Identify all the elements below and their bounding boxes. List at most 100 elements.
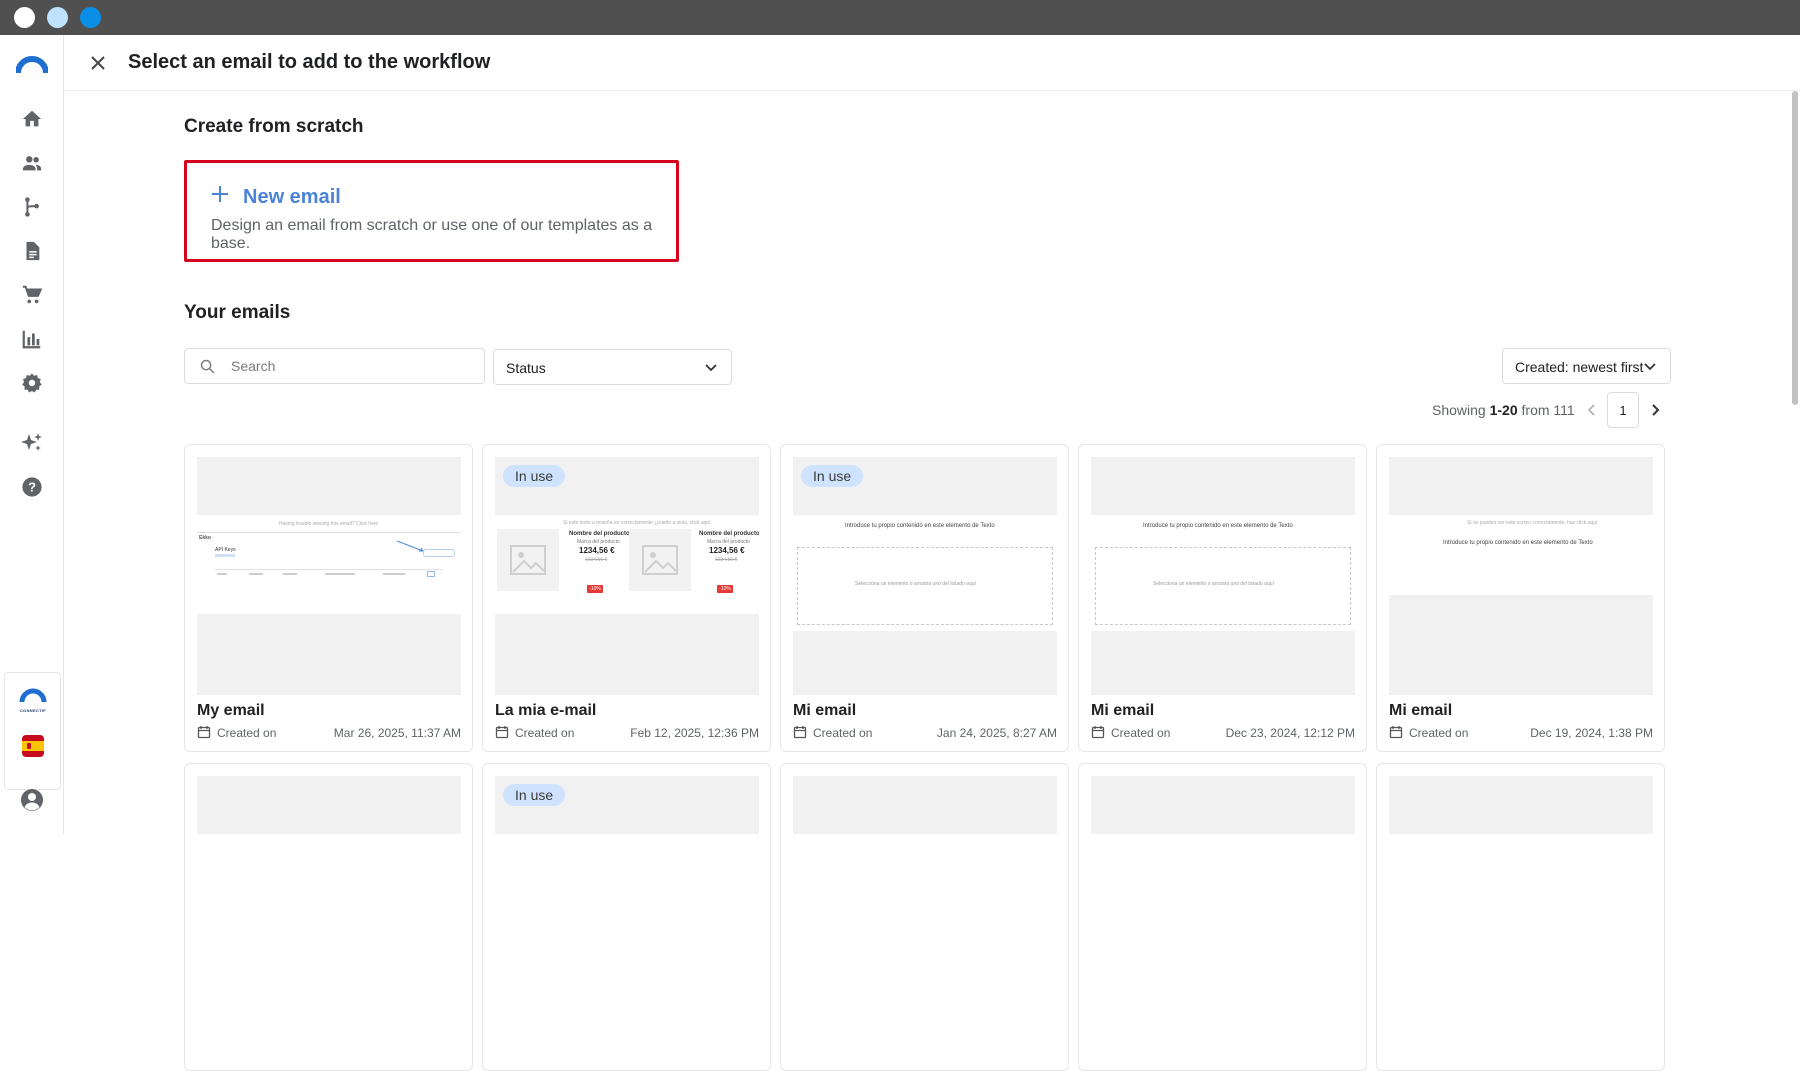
account-icon[interactable] [20, 788, 44, 812]
help-icon[interactable]: ? [20, 475, 44, 499]
scrollbar[interactable] [1790, 91, 1800, 835]
preview-discount: -10% [717, 585, 733, 593]
calendar-icon [197, 725, 211, 739]
ai-sparkle-icon[interactable] [20, 431, 44, 455]
created-date: Jan 24, 2025, 8:27 AM [936, 726, 1057, 740]
analytics-icon[interactable] [20, 327, 44, 351]
email-name: My email [197, 702, 265, 719]
window-titlebar [0, 0, 1800, 35]
pagination-info: Showing 1-20 from 111 [1432, 402, 1575, 418]
prev-page-icon[interactable] [1580, 398, 1604, 422]
preview-text: 1234,56 € [709, 546, 745, 555]
preview-text: Si este texto u enseña en correctamente … [563, 520, 711, 526]
chevron-down-icon [1642, 358, 1658, 377]
email-preview: Having trouble viewing this email? Click… [197, 457, 461, 695]
email-card[interactable] [1078, 763, 1367, 1071]
content-icon[interactable] [20, 239, 44, 263]
workflow-icon[interactable] [20, 195, 44, 219]
calendar-icon [1091, 725, 1105, 739]
email-preview: Si no puedes ver este correo correctamen… [1389, 457, 1653, 695]
scroll-thumb[interactable] [1792, 91, 1798, 405]
preview-text: Selecciona un elemento o arrastra uno de… [855, 581, 976, 587]
created-label: Created on [1111, 726, 1171, 740]
email-preview: In use Si este texto u enseña en correct… [495, 457, 759, 695]
home-icon[interactable] [20, 107, 44, 131]
email-meta: Created on Feb 12, 2025, 12:36 PM [495, 725, 759, 741]
preview-text: API Keys [215, 547, 236, 553]
email-card[interactable]: In use Introduce tu propio contenido en … [780, 444, 1069, 752]
new-email-label: New email [243, 186, 341, 208]
page-header: Select an email to add to the workflow [64, 35, 1800, 91]
email-preview [793, 776, 1057, 1014]
email-name: Mi email [1091, 702, 1155, 719]
page-number[interactable]: 1 [1607, 392, 1639, 428]
your-emails-title: Your emails [184, 302, 291, 323]
preview-text: 1234,56 € [585, 557, 608, 563]
pagination-prefix: Showing [1432, 402, 1486, 418]
email-card[interactable]: In use Si este texto u enseña en correct… [482, 444, 771, 752]
status-select[interactable]: Status [493, 349, 732, 385]
brand-box: CONNECTIF [4, 672, 61, 790]
email-preview: In use [495, 776, 759, 1014]
new-email-card[interactable]: New email Design an email from scratch o… [184, 160, 679, 262]
spain-flag-icon[interactable] [22, 735, 44, 757]
app-logo-icon[interactable] [16, 53, 48, 77]
email-name: Mi email [1389, 702, 1453, 719]
preview-text: Introduce tu propio contenido en este el… [1143, 523, 1293, 529]
calendar-icon [793, 725, 807, 739]
in-use-badge: In use [503, 784, 566, 806]
svg-text:?: ? [28, 480, 36, 495]
brand-logo-icon[interactable]: CONNECTIF [19, 687, 47, 713]
settings-icon[interactable] [20, 371, 44, 395]
sidebar: ? CONNECTIF [0, 35, 64, 835]
cart-icon[interactable] [20, 283, 44, 307]
window-minimize-dot[interactable] [47, 7, 68, 28]
email-name: Mi email [793, 702, 857, 719]
in-use-badge: In use [503, 465, 566, 487]
email-card[interactable] [184, 763, 473, 1071]
plus-icon [211, 185, 229, 203]
window-close-dot[interactable] [14, 7, 35, 28]
calendar-icon [495, 725, 509, 739]
created-date: Mar 26, 2025, 11:37 AM [333, 726, 461, 740]
preview-text: Having trouble viewing this email? Click… [279, 521, 379, 527]
created-label: Created on [1409, 726, 1469, 740]
search-icon [199, 358, 216, 380]
email-card[interactable]: In use [482, 763, 771, 1071]
email-card[interactable]: Having trouble viewing this email? Click… [184, 444, 473, 752]
email-meta: Created on Dec 23, 2024, 12:12 PM [1091, 725, 1355, 741]
sort-select-label: Created: newest first [1515, 359, 1644, 375]
created-date: Dec 19, 2024, 1:38 PM [1530, 726, 1653, 740]
pagination-range: 1-20 [1489, 402, 1518, 418]
created-date: Dec 23, 2024, 12:12 PM [1225, 726, 1355, 740]
status-select-label: Status [506, 360, 546, 376]
calendar-icon [1389, 725, 1403, 739]
preview-text: Nombre del producto [699, 531, 759, 537]
email-name: La mia e-mail [495, 702, 597, 719]
email-preview [1389, 776, 1653, 1014]
brand-text: CONNECTIF [19, 708, 47, 713]
page-title: Select an email to add to the workflow [128, 51, 491, 73]
pagination-total: from 111 [1521, 402, 1575, 418]
next-page-icon[interactable] [1643, 398, 1667, 422]
preview-text: Selecciona un elemento o arrastra uno de… [1153, 581, 1274, 587]
email-preview: Introduce tu propio contenido en este el… [1091, 457, 1355, 695]
email-meta: Created on Jan 24, 2025, 8:27 AM [793, 725, 1057, 741]
preview-text: Introduce tu propio contenido en este el… [1443, 540, 1593, 546]
sort-select[interactable]: Created: newest first [1502, 348, 1671, 384]
email-card[interactable]: Si no puedes ver este correo correctamen… [1376, 444, 1665, 752]
email-meta: Created on Dec 19, 2024, 1:38 PM [1389, 725, 1653, 741]
preview-text: Marca del producto [707, 539, 750, 545]
chevron-down-icon [703, 359, 719, 378]
email-preview [1091, 776, 1355, 1014]
preview-text: Si no puedes ver este correo correctamen… [1467, 520, 1598, 526]
contacts-icon[interactable] [20, 151, 44, 175]
email-card[interactable]: Introduce tu propio contenido en este el… [1078, 444, 1367, 752]
window-maximize-dot[interactable] [80, 7, 101, 28]
email-card[interactable] [780, 763, 1069, 1071]
search-field[interactable] [184, 348, 485, 384]
close-icon[interactable] [86, 51, 110, 75]
search-input[interactable] [231, 349, 471, 383]
preview-text: Marca del producto [577, 539, 620, 545]
email-card[interactable] [1376, 763, 1665, 1071]
